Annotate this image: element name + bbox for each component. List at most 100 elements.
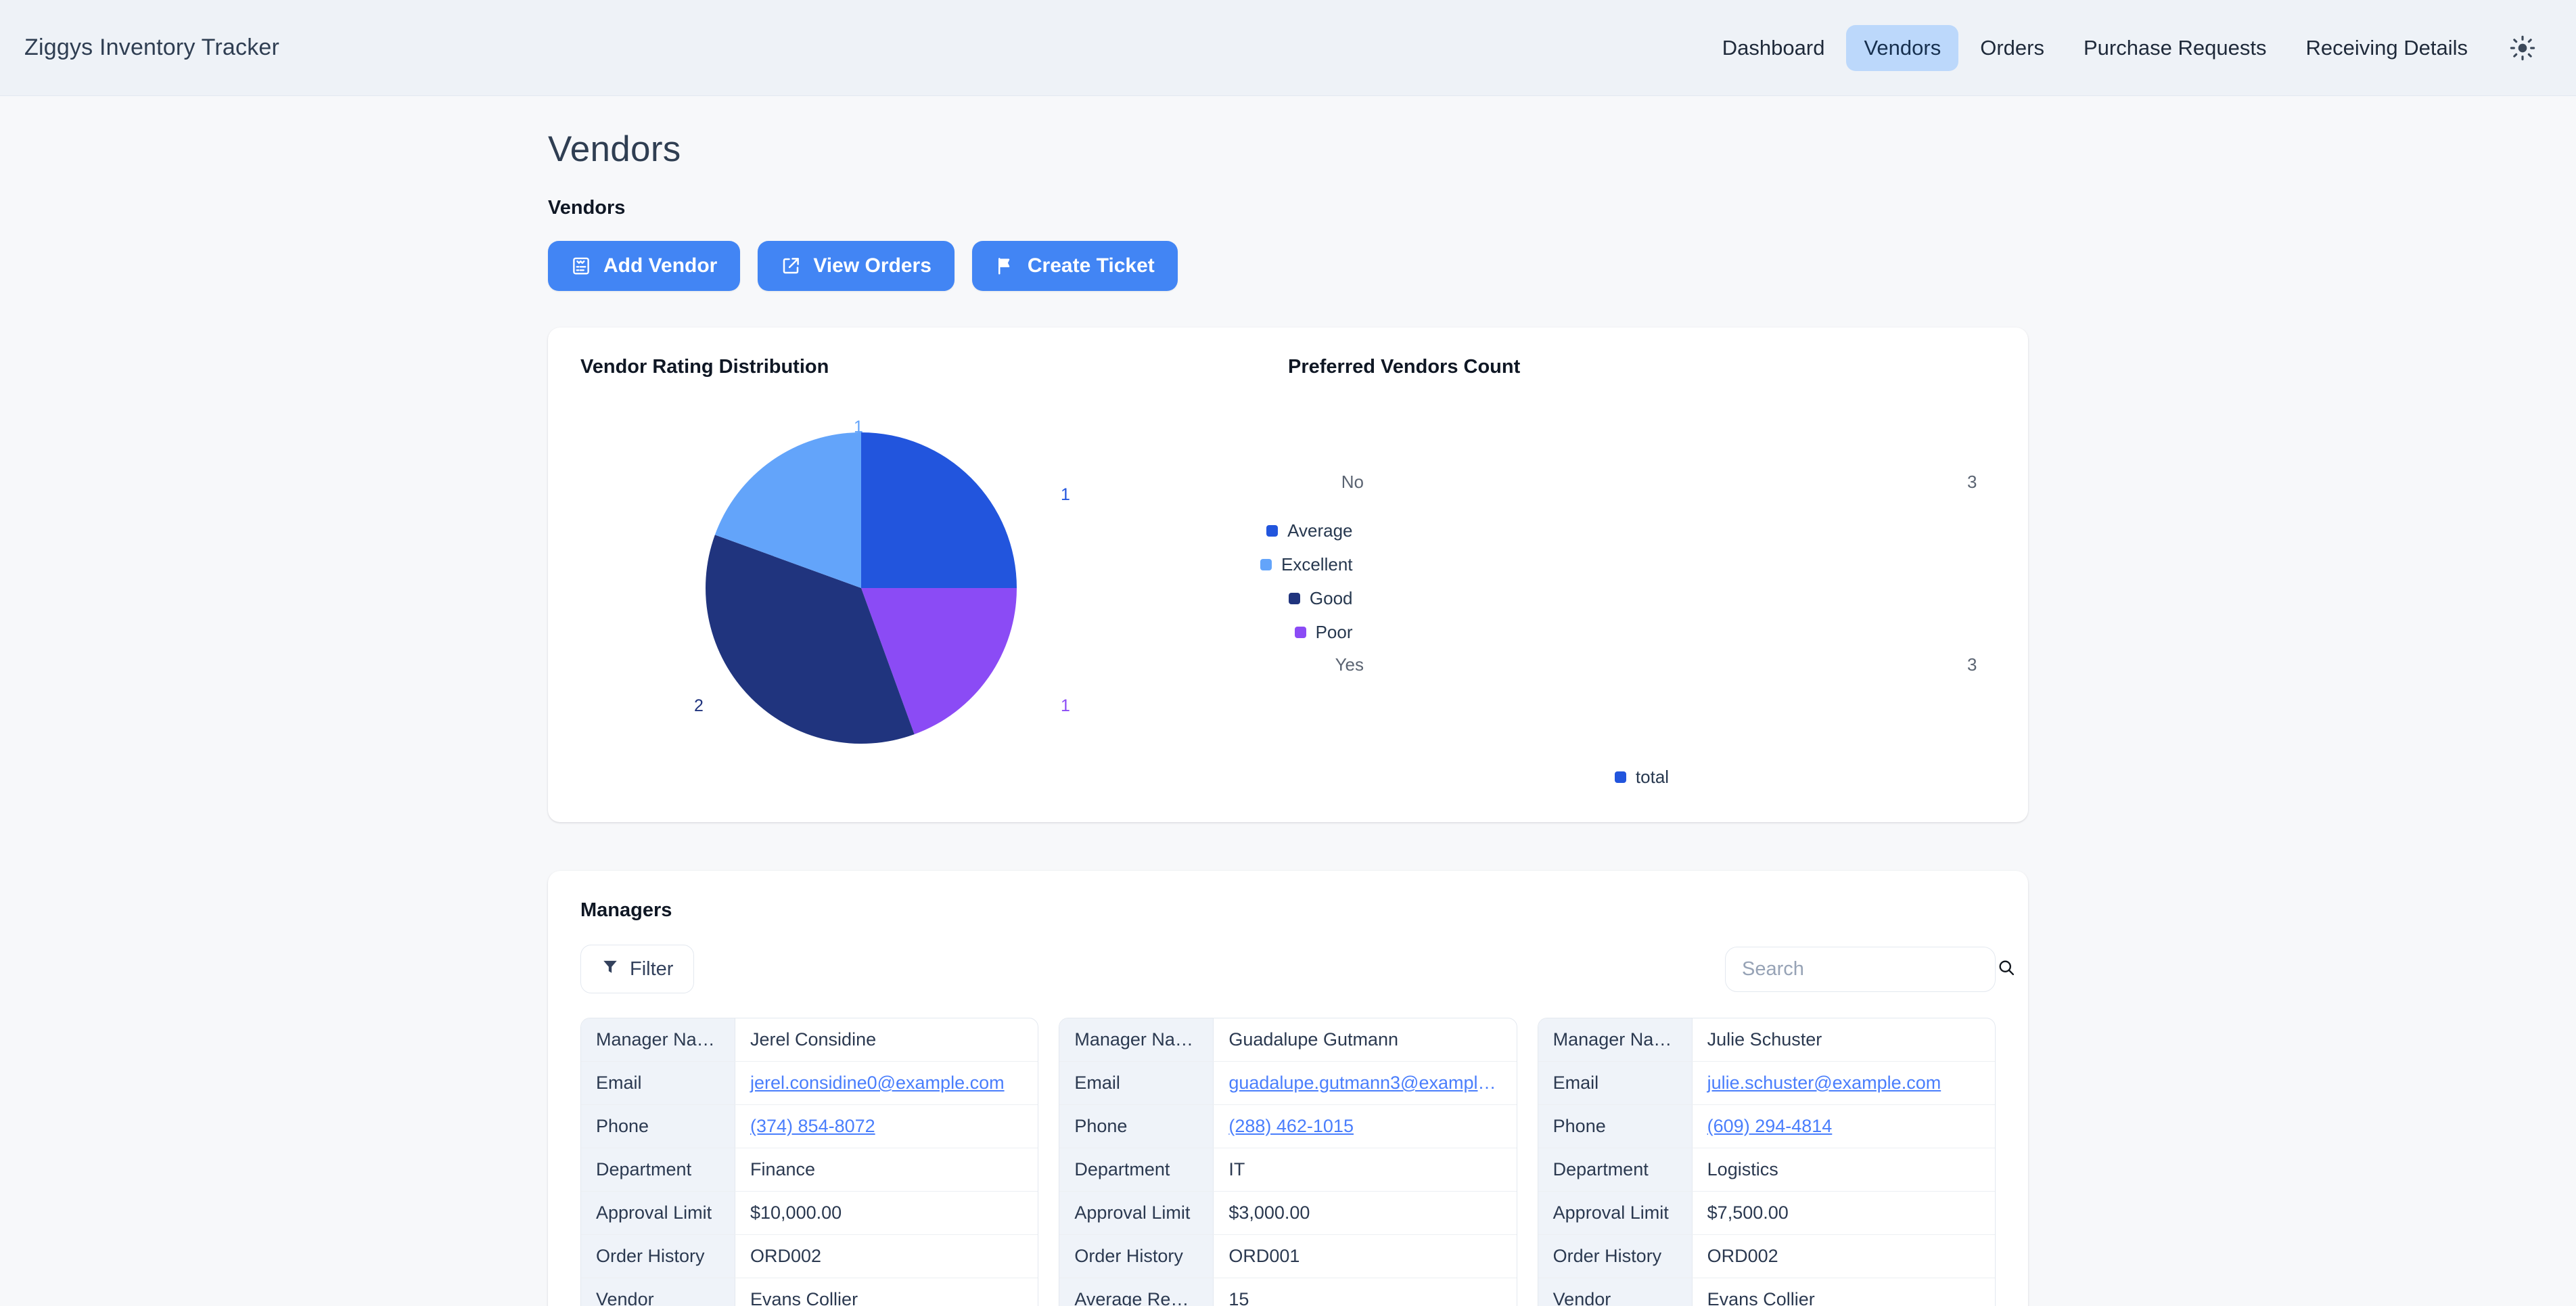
top-navigation-bar: Ziggys Inventory Tracker Dashboard Vendo… <box>0 0 2576 96</box>
pie-slice-average[interactable] <box>861 432 1017 588</box>
pie-label-poor: 1 <box>1061 696 1070 715</box>
row-value: $7,500.00 <box>1707 1202 1789 1223</box>
legend-swatch-average <box>1266 525 1279 537</box>
row-value: 15 <box>1228 1289 1249 1306</box>
filter-button-label: Filter <box>630 958 674 980</box>
row-value: Evans Collier <box>750 1289 858 1306</box>
table-row: Department Finance <box>581 1148 1038 1192</box>
row-value-email-link[interactable]: julie.schuster@example.com <box>1693 1062 1995 1104</box>
managers-title: Managers <box>580 899 672 921</box>
flag-icon <box>995 256 1015 276</box>
table-row: Phone (288) 462-1015 <box>1059 1105 1517 1148</box>
table-row: Email jerel.considine0@example.com <box>581 1062 1038 1105</box>
preferred-vendors-count-chart: Preferred Vendors Count No 3 Yes 3 total <box>1288 356 1996 791</box>
row-value: $3,000.00 <box>1228 1202 1310 1223</box>
row-value: Logistics <box>1707 1159 1778 1179</box>
managers-panel: Managers Filter Search Manager Name Jere… <box>548 871 2028 1306</box>
row-key: Department <box>1059 1148 1214 1191</box>
row-value: Julie Schuster <box>1707 1029 1822 1050</box>
nav-item-receiving-details[interactable]: Receiving Details <box>2288 25 2486 71</box>
view-orders-button[interactable]: View Orders <box>758 241 954 291</box>
nav-item-purchase-requests[interactable]: Purchase Requests <box>2066 25 2284 71</box>
pie-svg <box>706 432 1017 744</box>
table-row: Manager Name Julie Schuster <box>1538 1018 1995 1062</box>
pie-label-excellent: 1 <box>854 418 863 436</box>
view-orders-label: View Orders <box>813 254 932 277</box>
bar-chart-title: Preferred Vendors Count <box>1288 356 1521 378</box>
app-brand-title: Ziggys Inventory Tracker <box>24 35 280 60</box>
search-icon[interactable] <box>1997 958 2016 981</box>
create-ticket-label: Create Ticket <box>1027 254 1155 277</box>
table-row: Approval Limit $10,000.00 <box>581 1192 1038 1235</box>
row-key: Vendor <box>1538 1278 1693 1306</box>
pie-chart-title: Vendor Rating Distribution <box>580 356 829 378</box>
row-value-email-link[interactable]: guadalupe.gutmann3@example.com <box>1214 1062 1516 1104</box>
search-box[interactable] <box>1725 946 2015 992</box>
row-key: Manager Name <box>1059 1018 1214 1061</box>
action-button-group: Add Vendor View Orders Create Ticket <box>548 241 2028 291</box>
bar-value-no: 3 <box>1967 471 1977 492</box>
table-row: Phone (609) 294-4814 <box>1538 1105 1995 1148</box>
legend-label-total: total <box>1635 767 1670 787</box>
table-row: Vendor Evans Collier <box>581 1278 1038 1306</box>
row-key: Approval Limit <box>1538 1192 1693 1234</box>
row-value: Finance <box>750 1159 816 1179</box>
row-key: Email <box>1059 1062 1214 1104</box>
add-vendor-label: Add Vendor <box>603 254 718 277</box>
nav-item-orders[interactable]: Orders <box>1962 25 2062 71</box>
bar-legend: total <box>1288 767 1996 788</box>
bar-plot-area: No 3 Yes 3 total <box>1288 385 1996 791</box>
row-value-phone-link[interactable]: (288) 462-1015 <box>1214 1105 1516 1148</box>
nav-item-vendors[interactable]: Vendors <box>1846 24 1959 71</box>
table-row: Order History ORD001 <box>1059 1235 1517 1278</box>
legend-swatch-total <box>1614 771 1626 783</box>
vendor-rating-distribution-chart: Vendor Rating Distribution 1 1 1 2 Avera… <box>580 356 1353 791</box>
row-key: Phone <box>581 1105 735 1148</box>
funnel-icon <box>601 958 619 981</box>
sun-icon[interactable] <box>2502 27 2544 69</box>
managers-toolbar: Filter <box>580 945 2015 993</box>
table-row: Manager Name Jerel Considine <box>581 1018 1038 1062</box>
form-document-icon <box>571 256 591 276</box>
row-key: Manager Name <box>581 1018 735 1061</box>
row-value-phone-link[interactable]: (609) 294-4814 <box>1693 1105 1995 1148</box>
page-body: Vendors Vendors Add Vendor View Orders C… <box>0 96 2576 1306</box>
pie-label-good: 2 <box>694 696 704 715</box>
table-row: Department IT <box>1059 1148 1517 1192</box>
table-row: Approval Limit $3,000.00 <box>1059 1192 1517 1235</box>
row-key: Approval Limit <box>1059 1192 1214 1234</box>
bar-value-yes: 3 <box>1967 654 1977 675</box>
manager-card: Manager Name Guadalupe Gutmann Email guada… <box>1059 1018 1517 1306</box>
create-ticket-button[interactable]: Create Ticket <box>971 241 1178 291</box>
table-row: Department Logistics <box>1538 1148 1995 1192</box>
table-row: Approval Limit $7,500.00 <box>1538 1192 1995 1235</box>
table-row: Order History ORD002 <box>581 1235 1038 1278</box>
page-title: Vendors <box>548 129 681 169</box>
managers-grid: Manager Name Jerel Considine Email jerel.c… <box>580 1018 1996 1306</box>
nav-item-dashboard[interactable]: Dashboard <box>1705 25 1843 71</box>
search-input[interactable] <box>1742 958 1997 981</box>
row-key: Vendor <box>581 1278 735 1306</box>
bar-category-yes: Yes <box>1335 654 1364 675</box>
table-row: Average Reord... 15 <box>1059 1278 1516 1306</box>
row-value-email-link[interactable]: jerel.considine0@example.com <box>735 1062 1038 1104</box>
row-key: Email <box>1538 1062 1693 1104</box>
bar-category-no: No <box>1341 471 1364 492</box>
section-label-vendors: Vendors <box>548 197 626 219</box>
legend-swatch-excellent <box>1260 559 1272 570</box>
row-value: Evans Collier <box>1707 1289 1815 1306</box>
content-container: Vendors Vendors Add Vendor View Orders C… <box>548 96 2028 1306</box>
table-row: Vendor Evans Collier <box>1538 1278 1995 1306</box>
row-value: $10,000.00 <box>750 1202 842 1223</box>
row-key: Manager Name <box>1538 1018 1693 1061</box>
table-row: Manager Name Guadalupe Gutmann <box>1059 1018 1517 1062</box>
row-key: Phone <box>1059 1105 1214 1148</box>
primary-nav: Dashboard Vendors Orders Purchase Reques… <box>1705 24 2544 71</box>
row-value: ORD002 <box>750 1246 822 1266</box>
row-key: Email <box>581 1062 735 1104</box>
filter-button[interactable]: Filter <box>580 945 695 993</box>
add-vendor-button[interactable]: Add Vendor <box>548 241 741 291</box>
row-value-phone-link[interactable]: (374) 854-8072 <box>735 1105 1038 1148</box>
row-value: IT <box>1228 1159 1245 1179</box>
row-value: ORD002 <box>1707 1246 1778 1266</box>
